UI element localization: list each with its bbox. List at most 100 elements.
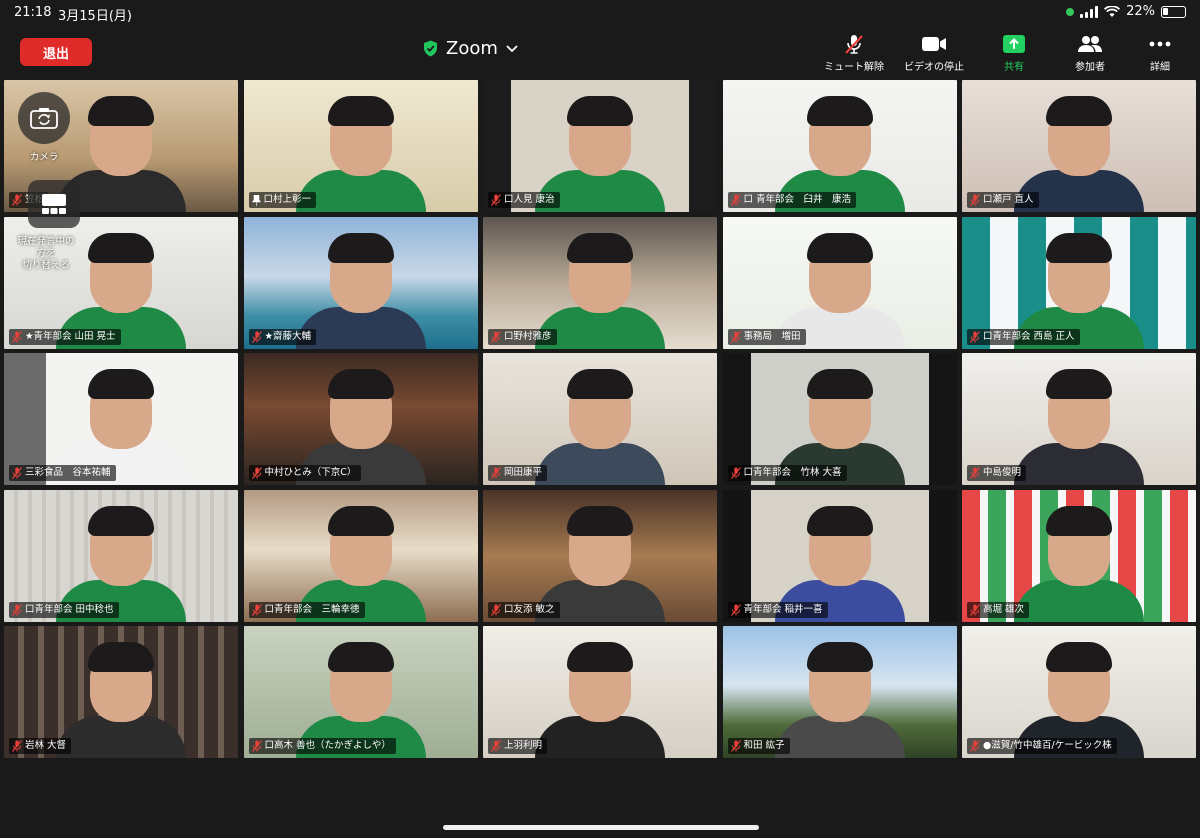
mic-muted-icon xyxy=(730,740,741,752)
mic-muted-icon xyxy=(730,194,741,206)
mic-muted-icon xyxy=(491,467,501,479)
switch-view-button[interactable] xyxy=(28,180,80,228)
participant-tile[interactable]: ★齋藤大輔 xyxy=(243,216,478,349)
participant-nameplate: 口 青年部会 臼井 康浩 xyxy=(727,192,857,208)
switch-speaker-label-line1: 現在発言中の xyxy=(17,236,75,247)
participants-button[interactable]: 参加者 xyxy=(1054,34,1126,73)
stop-video-button[interactable]: ビデオの停止 xyxy=(898,34,970,73)
shield-check-icon xyxy=(424,40,437,57)
participant-name: 口青年部会 西島 正人 xyxy=(983,330,1075,342)
participant-name: 口高木 善也（たかぎよしや） xyxy=(264,740,391,751)
participant-tile[interactable]: 口青年部会 田中稔也 xyxy=(4,489,238,622)
participant-tile[interactable]: 中島俊明 xyxy=(962,353,1196,485)
participant-nameplate: 上羽利明 xyxy=(488,738,548,754)
mic-muted-icon xyxy=(12,603,22,616)
participant-video-figure xyxy=(56,640,186,758)
status-bar: 21:18 3月15日(月) 22% xyxy=(0,0,1200,24)
participant-name: 和田 紘子 xyxy=(743,740,785,751)
participant-tile[interactable]: 上羽利明 xyxy=(483,626,717,758)
participant-tile[interactable]: 高堀 雄次 xyxy=(962,489,1196,622)
mic-muted-icon xyxy=(12,467,22,479)
participant-nameplate: 青年部会 稲井一喜 xyxy=(727,601,828,618)
participant-tile[interactable]: 青年部会 稲井一喜 xyxy=(722,489,957,622)
mic-muted-icon xyxy=(730,603,741,616)
mic-muted-icon xyxy=(251,740,262,752)
mic-muted-icon xyxy=(12,330,22,343)
participant-tile[interactable]: 口友添 敏之 xyxy=(483,489,717,622)
unmute-button[interactable]: ミュート解除 xyxy=(818,34,890,73)
participant-tile[interactable]: 口青年部会 三輪幸徳 xyxy=(243,489,478,622)
mic-muted-icon xyxy=(12,194,22,206)
switch-speaker-label: 現在発言中の 方を 切り替える xyxy=(8,236,84,272)
participant-name: 中村ひとみ（下京C） xyxy=(264,467,357,478)
status-indicators: 22% xyxy=(1066,4,1186,19)
participant-name: 口青年部会 竹林 大喜 xyxy=(743,467,842,478)
video-camera-icon xyxy=(922,37,946,51)
participant-nameplate: 口人見 康治 xyxy=(488,192,560,208)
participant-tile[interactable]: 三彩食品 谷本祐輔 xyxy=(4,353,238,485)
participant-tile[interactable]: 口村上彰一 xyxy=(243,80,478,212)
video-grid: 笠松口村上彰一口人見 康治口 青年部会 臼井 康浩口瀬戸 直人★青年部会 山田 … xyxy=(4,80,1196,758)
participant-tile[interactable]: 口高木 善也（たかぎよしや） xyxy=(243,626,478,758)
participant-nameplate: 中島俊明 xyxy=(967,465,1027,481)
mic-muted-icon xyxy=(491,603,501,616)
switch-camera-button[interactable] xyxy=(18,92,70,144)
stop-video-label: ビデオの停止 xyxy=(904,62,964,73)
switch-speaker-label-line3: 切り替える xyxy=(22,260,70,271)
participant-video-figure xyxy=(295,231,426,349)
participant-name: 口人見 康治 xyxy=(504,194,555,205)
participant-video-figure xyxy=(535,231,665,349)
participant-tile[interactable]: 岡田康平 xyxy=(483,353,717,485)
participant-tile[interactable]: 事務局 増田 xyxy=(722,216,957,349)
participant-name: 青年部会 稲井一喜 xyxy=(743,603,823,615)
participant-tile[interactable]: 岩林 大督 xyxy=(4,626,238,758)
participant-name: 上羽利明 xyxy=(504,740,543,751)
participant-tile[interactable]: ●滋賀/竹中雄百/ケービック株 xyxy=(962,626,1196,758)
camera-label: カメラ xyxy=(29,152,59,163)
participant-tile[interactable]: 口人見 康治 xyxy=(483,80,717,212)
participant-name: 岩林 大督 xyxy=(25,740,67,751)
participant-name: 口友添 敏之 xyxy=(504,603,555,615)
participants-icon xyxy=(1078,36,1102,52)
participant-name: 口野村雅彦 xyxy=(504,330,552,342)
participant-tile[interactable]: 口野村雅彦 xyxy=(483,216,717,349)
participant-tile[interactable]: 中村ひとみ（下京C） xyxy=(243,353,478,485)
mic-muted-icon xyxy=(491,330,501,343)
participant-nameplate: 三彩食品 谷本祐輔 xyxy=(9,465,116,481)
battery-icon xyxy=(1161,5,1186,18)
participants-label: 参加者 xyxy=(1075,62,1105,73)
participant-tile[interactable]: 口青年部会 竹林 大喜 xyxy=(722,353,957,485)
switch-speaker-label-line2: 方を xyxy=(36,248,56,259)
speaker-view-icon xyxy=(42,194,66,214)
participant-tile[interactable]: 和田 紘子 xyxy=(722,626,957,758)
participant-nameplate: 口野村雅彦 xyxy=(488,328,557,345)
mic-muted-icon xyxy=(970,603,980,616)
home-indicator xyxy=(443,825,759,830)
share-screen-icon xyxy=(1003,35,1025,53)
share-label: 共有 xyxy=(1004,62,1024,73)
meeting-title-dropdown[interactable]: Zoom xyxy=(423,38,518,59)
more-button[interactable]: 詳細 xyxy=(1124,34,1196,73)
mic-muted-icon xyxy=(251,603,262,616)
mic-muted-icon xyxy=(491,740,501,752)
participant-nameplate: 口友添 敏之 xyxy=(488,601,560,618)
participant-tile[interactable]: 口瀬戸 直人 xyxy=(962,80,1196,212)
participant-tile[interactable]: 口 青年部会 臼井 康浩 xyxy=(722,80,957,212)
participant-name: 中島俊明 xyxy=(983,467,1022,478)
mic-muted-icon xyxy=(251,467,262,479)
pin-icon xyxy=(251,194,261,206)
participant-nameplate: 口青年部会 三輪幸徳 xyxy=(248,601,365,618)
participant-nameplate: 岩林 大督 xyxy=(9,738,72,754)
camera-in-use-dot-icon xyxy=(1066,7,1075,16)
share-button[interactable]: 共有 xyxy=(978,34,1050,73)
leave-button[interactable]: 退出 xyxy=(20,38,92,66)
mic-muted-icon xyxy=(251,330,262,343)
more-label: 詳細 xyxy=(1150,62,1170,73)
participant-name: 事務局 増田 xyxy=(743,330,801,342)
mic-muted-icon xyxy=(970,194,980,206)
participant-name: 口青年部会 田中稔也 xyxy=(25,603,114,615)
participant-tile[interactable]: 口青年部会 西島 正人 xyxy=(962,216,1196,349)
participant-nameplate: ★齋藤大輔 xyxy=(248,328,317,345)
mic-muted-icon xyxy=(970,330,980,343)
participant-nameplate: 高堀 雄次 xyxy=(967,601,1030,618)
